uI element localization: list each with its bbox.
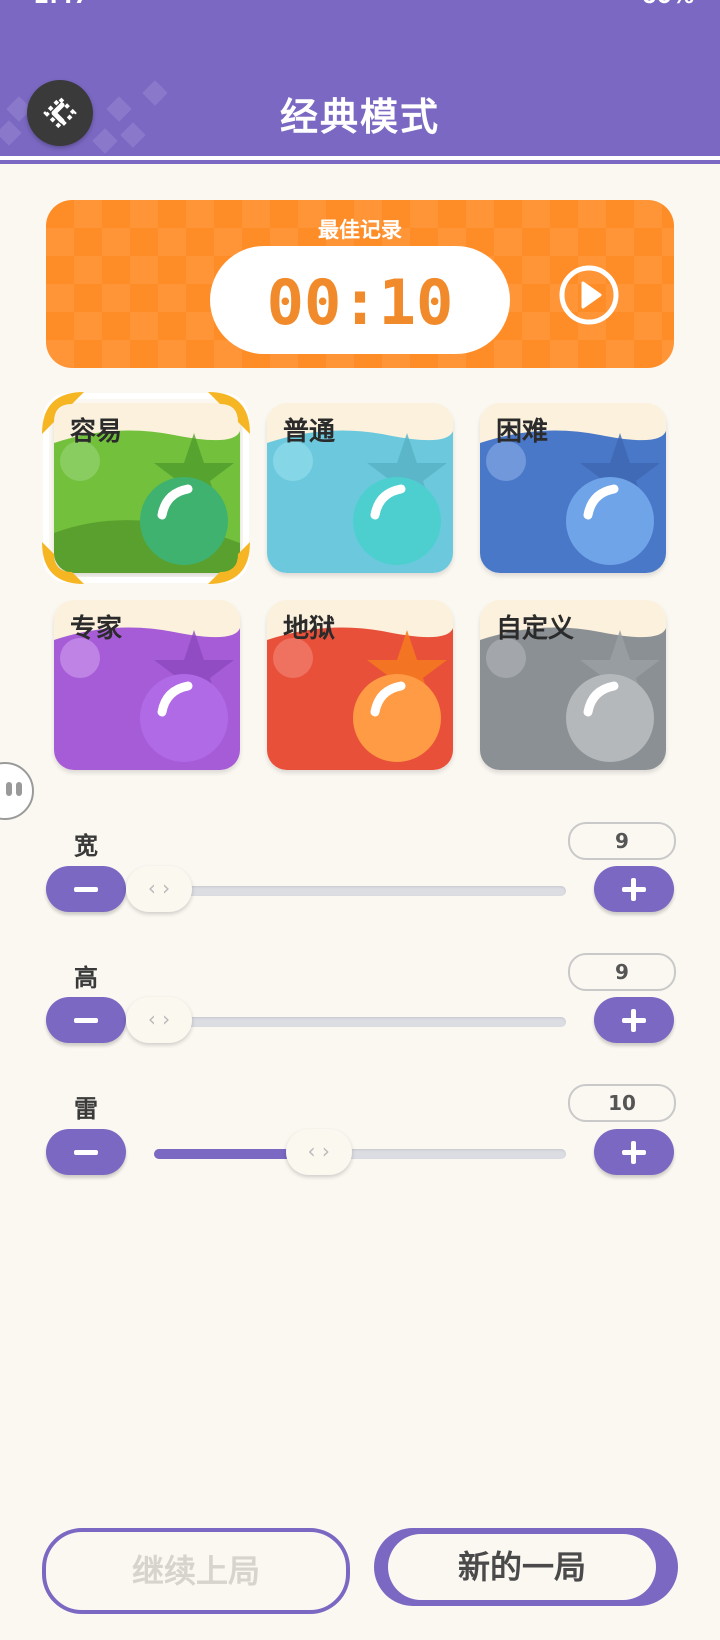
width-slider-thumb[interactable]: ‹ › [126, 866, 192, 912]
mines-plus-button[interactable] [594, 1129, 674, 1175]
difficulty-label: 专家 [70, 614, 123, 644]
selected-frame [42, 392, 250, 584]
mines-minus-button[interactable] [46, 1129, 126, 1175]
difficulty-card-custom[interactable]: 自定义 [480, 600, 666, 770]
difficulty-card-expert[interactable]: 专家 [54, 600, 240, 770]
new-game-button[interactable]: 新的一局 [374, 1528, 678, 1606]
handle-eye [6, 782, 12, 796]
width-label: 宽 [74, 832, 98, 860]
best-record-label: 最佳记录 [318, 218, 402, 242]
height-minus-button[interactable] [46, 997, 126, 1043]
status-bar: 2:47 60% [0, 0, 720, 10]
mines-slider-thumb[interactable]: ‹ › [285, 1129, 352, 1175]
width-minus-button[interactable] [46, 866, 126, 912]
height-plus-button[interactable] [594, 997, 674, 1043]
best-record-pill: 00:10 [210, 246, 510, 354]
continue-game-button[interactable]: 继续上局 [42, 1528, 350, 1614]
difficulty-label: 困难 [496, 417, 549, 447]
page-title: 经典模式 [279, 95, 440, 139]
difficulty-card-hard[interactable]: 困难 [480, 403, 666, 573]
difficulty-label: 地狱 [283, 614, 336, 644]
mines-value: 10 [568, 1084, 676, 1122]
height-slider-thumb[interactable]: ‹ › [126, 997, 192, 1043]
mines-label: 雷 [74, 1095, 98, 1123]
difficulty-card-normal[interactable]: 普通 [267, 403, 453, 573]
mines-slider-fill [154, 1149, 296, 1159]
status-time: 2:47 [34, 0, 89, 9]
difficulty-label: 普通 [283, 417, 336, 447]
floating-side-handle[interactable] [0, 762, 34, 820]
difficulty-card-hell[interactable]: 地狱 [267, 600, 453, 770]
width-value: 9 [568, 822, 676, 860]
status-battery: 60% [641, 0, 694, 9]
header-divider [0, 156, 720, 160]
width-plus-button[interactable] [594, 866, 674, 912]
handle-eye [16, 782, 22, 796]
new-game-label: 新的一局 [388, 1534, 656, 1600]
play-icon[interactable] [558, 264, 620, 326]
mines-slider-track[interactable] [154, 1149, 566, 1159]
height-value: 9 [568, 953, 676, 991]
difficulty-label: 自定义 [496, 614, 575, 644]
width-slider-track[interactable] [154, 886, 566, 896]
height-label: 高 [74, 964, 98, 992]
best-record-time: 00:10 [266, 266, 454, 339]
app-header: 2:47 60% 经典模式 [0, 0, 720, 164]
best-record-panel: 最佳记录 00:10 [46, 200, 674, 368]
height-slider-track[interactable] [154, 1017, 566, 1027]
